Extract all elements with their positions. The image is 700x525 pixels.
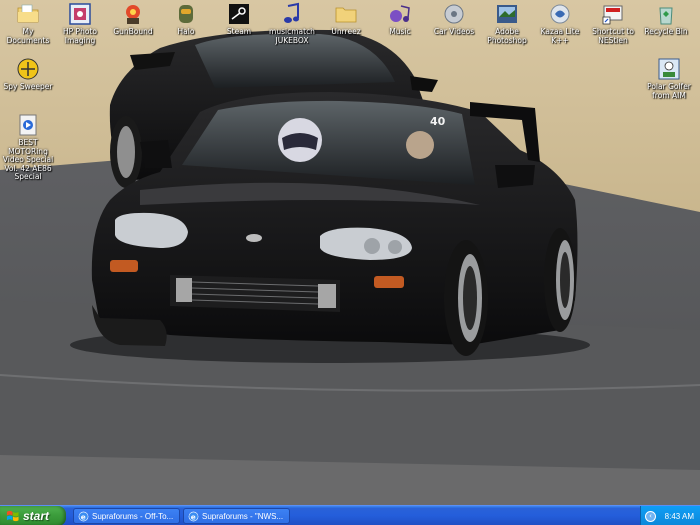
tray-expand-button[interactable]: ‹	[645, 510, 656, 522]
desktop-icon-my-documents[interactable]: My Documents	[0, 2, 56, 45]
desktop-icon-label: GunBound	[113, 27, 153, 36]
desktop-icon-gunbound[interactable]: GunBound	[105, 2, 161, 37]
shortcut-icon	[602, 5, 623, 25]
video-icon	[444, 4, 464, 24]
taskbar-button-label: Supraforums - Off-To...	[92, 511, 174, 521]
desktop-icon-label: Polar Golfer from AIM	[647, 82, 691, 100]
desktop-icon-label: Steam	[226, 27, 252, 36]
desktop-icon-label: Unrreez	[331, 27, 361, 36]
taskbar-button-supraforums-1[interactable]: e Supraforums - Off-To...	[73, 508, 180, 524]
steam-icon	[229, 4, 249, 24]
desktop-icon-label: My Documents	[6, 27, 50, 45]
wallpaper-photo: 40	[0, 0, 700, 505]
car-number-text: 40	[430, 115, 446, 128]
windows-flag-icon	[6, 510, 19, 521]
desktop-icon-hp-photo[interactable]: HP Photo Imaging	[52, 2, 108, 45]
desktop-icon-label: HP Photo Imaging	[63, 27, 97, 45]
desktop-icon-recycle-bin[interactable]: Recycle Bin	[638, 2, 694, 37]
desktop-icon-label: Recycle Bin	[644, 27, 688, 36]
taskbar-button-supraforums-2[interactable]: e Supraforums - "NWS...	[183, 508, 290, 524]
desktop-icon-nestien[interactable]: Shortcut to NEStien	[585, 2, 641, 45]
desktop-icon-photoshop[interactable]: Adobe Photoshop	[479, 2, 535, 45]
recycle-bin-icon	[659, 7, 673, 25]
music-icon	[390, 5, 410, 22]
desktop-icon-car-videos[interactable]: Car Videos	[426, 2, 482, 37]
polar-golfer-icon	[658, 58, 680, 80]
desktop-icon-unrreez[interactable]: Unrreez	[318, 2, 374, 37]
desktop-icon-musicmatch[interactable]: musicmatch JUKEBOX	[264, 2, 320, 45]
desktop-wallpaper: 40	[0, 0, 700, 505]
desktop-icon-label: Halo	[177, 27, 195, 36]
desktop-icon-label: musicmatch JUKEBOX	[269, 27, 315, 45]
photoshop-icon	[497, 5, 517, 23]
desktop-icon-music[interactable]: Music	[372, 2, 428, 37]
kazaa-icon	[550, 4, 570, 24]
folder-icon	[335, 7, 357, 23]
svg-text:e: e	[81, 512, 86, 521]
desktop-icon-label: Shortcut to NEStien	[592, 27, 634, 45]
taskbar: start e Supraforums - Off-To... e Supraf…	[0, 505, 700, 525]
desktop-icon-best-motoring[interactable]: BEST MOTORing Video Special Vol. 42 AE86…	[0, 113, 56, 182]
desktop-icon-label: Car Videos	[433, 27, 475, 36]
desktop-icon-spy-sweeper[interactable]: Spy Sweeper	[0, 57, 56, 92]
internet-explorer-icon: e	[78, 511, 89, 521]
gunbound-icon	[126, 5, 140, 24]
internet-explorer-icon: e	[188, 511, 199, 521]
start-label: start	[23, 509, 50, 523]
desktop-icon-label: BEST MOTORing Video Special Vol. 42 AE86…	[2, 138, 54, 181]
hp-photo-icon	[69, 3, 91, 25]
desktop-icon-kazaa[interactable]: Kazaa Lite K++	[532, 2, 588, 45]
desktop-icon-label: Adobe Photoshop	[487, 27, 527, 45]
spy-sweeper-icon	[17, 58, 39, 80]
desktop-icon-label: Spy Sweeper	[3, 82, 53, 91]
desktop-icon-label: Kazaa Lite K++	[540, 27, 580, 45]
musicmatch-icon	[284, 2, 299, 23]
folder-documents-icon	[17, 4, 39, 23]
start-button[interactable]: start	[0, 506, 66, 525]
svg-text:e: e	[191, 512, 196, 521]
taskbar-button-label: Supraforums - "NWS...	[202, 511, 284, 521]
system-tray: ‹ 8:43 AM	[640, 506, 700, 525]
desktop-icon-steam[interactable]: Steam	[211, 2, 267, 37]
video-file-icon	[19, 114, 37, 136]
desktop-icon-halo[interactable]: Halo	[158, 2, 214, 37]
halo-icon	[179, 5, 193, 23]
desktop-icon-polar-golfer[interactable]: Polar Golfer from AIM	[640, 57, 698, 100]
desktop-icon-label: Music	[389, 27, 411, 36]
clock[interactable]: 8:43 AM	[665, 512, 694, 521]
